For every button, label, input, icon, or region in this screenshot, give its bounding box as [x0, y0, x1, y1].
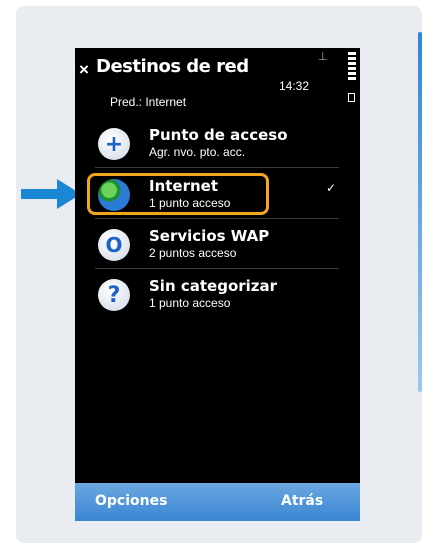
question-icon: ?: [98, 279, 130, 311]
item-sublabel: 1 punto acceso: [149, 296, 231, 310]
list-item-punto-de-acceso[interactable]: + Punto de acceso Agr. nvo. pto. acc.: [75, 120, 360, 166]
page-title: Destinos de red: [96, 56, 249, 77]
close-icon[interactable]: ×: [79, 60, 89, 80]
back-softkey[interactable]: Atrás: [281, 493, 323, 509]
signal-strength-icon: [348, 93, 355, 102]
title-bar: × Destinos de red 14:32 ⊥: [75, 48, 360, 102]
list-item-servicios-wap[interactable]: O Servicios WAP 2 puntos acceso: [75, 221, 360, 267]
signal-icon: ⊥: [318, 51, 328, 63]
item-label: Internet: [149, 177, 219, 195]
list-item-internet[interactable]: Internet 1 punto acceso ✓: [75, 171, 360, 217]
pointer-arrow-icon: [21, 179, 81, 209]
item-sublabel: 2 puntos acceso: [149, 246, 237, 260]
divider: [95, 167, 339, 168]
divider: [95, 268, 339, 269]
checkmark-icon: ✓: [326, 181, 337, 195]
item-label: Servicios WAP: [149, 227, 270, 245]
phone-screen: × Destinos de red 14:32 ⊥ Pred.: Interne…: [75, 48, 360, 521]
wap-icon: O: [98, 229, 130, 261]
item-sublabel: 1 punto acceso: [149, 196, 231, 210]
item-label: Punto de acceso: [149, 126, 288, 144]
softkey-bar: Opciones Atrás: [75, 483, 360, 521]
divider: [95, 218, 339, 219]
options-softkey[interactable]: Opciones: [95, 493, 167, 509]
plus-icon: +: [98, 128, 130, 160]
default-destination-label: Pred.: Internet: [110, 95, 187, 109]
battery-icon: [348, 52, 356, 80]
card-edge-accent: [418, 32, 422, 392]
item-sublabel: Agr. nvo. pto. acc.: [149, 145, 246, 159]
globe-icon: [98, 179, 130, 211]
item-label: Sin categorizar: [149, 277, 278, 295]
list-item-sin-categorizar[interactable]: ? Sin categorizar 1 punto acceso: [75, 271, 360, 317]
clock: 14:32: [279, 79, 310, 93]
